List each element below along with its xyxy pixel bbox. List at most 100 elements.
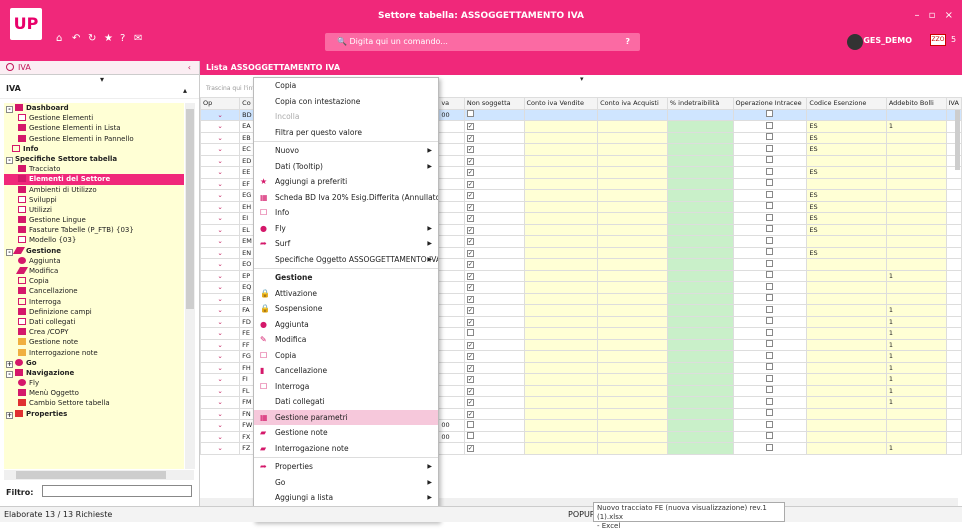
checkbox[interactable]: ✓ [466, 215, 474, 223]
intracee-cell[interactable] [732, 396, 808, 409]
collapse-left-icon[interactable]: ‹ [188, 61, 191, 75]
tree-expand-icon[interactable]: - [6, 156, 13, 164]
home-icon[interactable]: ⌂ [56, 33, 62, 44]
checkbox[interactable] [766, 351, 774, 359]
intracee-cell[interactable] [732, 304, 808, 317]
non-soggetta-cell[interactable]: ✓ [463, 373, 525, 386]
non-soggetta-cell[interactable]: ✓ [463, 212, 525, 225]
tree-expand-icon[interactable]: - [6, 370, 13, 378]
checkbox[interactable]: ✓ [466, 307, 474, 315]
checkbox[interactable] [466, 110, 474, 118]
checkbox[interactable]: ✓ [466, 410, 474, 418]
intracee-cell[interactable] [732, 269, 808, 282]
menu-item[interactable]: ★ Aggiungi a preferiti [254, 174, 438, 190]
tree-node[interactable]: + Properties [4, 409, 184, 419]
column-header[interactable]: va [438, 97, 465, 110]
tree-node[interactable]: Gestione Lingue [4, 215, 184, 225]
checkbox[interactable] [766, 213, 774, 221]
checkbox[interactable] [766, 271, 774, 279]
menu-item[interactable]: ☐ Copia [254, 348, 438, 364]
intracee-cell[interactable] [732, 315, 808, 328]
window-controls[interactable]: – ▫ × [914, 10, 956, 21]
tree-expand-icon[interactable]: + [6, 411, 13, 419]
non-soggetta-cell[interactable]: ✓ [463, 384, 525, 397]
checkbox[interactable]: ✓ [466, 387, 474, 395]
checkbox[interactable]: ✓ [466, 353, 474, 361]
menu-item[interactable]: ▦ Scheda BD Iva 20% Esig.Differita (Annul… [254, 190, 438, 206]
intracee-cell[interactable] [732, 200, 808, 213]
checkbox[interactable] [766, 225, 774, 233]
grid-vertical-scrollbar[interactable] [955, 110, 960, 170]
non-soggetta-cell[interactable]: ✓ [463, 246, 525, 259]
checkbox[interactable]: ✓ [466, 226, 474, 234]
intracee-cell[interactable] [732, 143, 808, 156]
menu-item[interactable]: Nuovo ▶ [254, 143, 438, 159]
tree-node[interactable]: Modifica [4, 266, 184, 276]
tree-node[interactable]: Gestione Elementi in Lista [4, 123, 184, 133]
checkbox[interactable]: ✓ [466, 238, 474, 246]
row-menu-cell[interactable]: ⌄ [199, 246, 241, 259]
row-menu-cell[interactable]: ⌄ [199, 315, 241, 328]
non-soggetta-cell[interactable]: ✓ [463, 281, 525, 294]
menu-item[interactable]: ● Aggiunta [254, 317, 438, 333]
column-header[interactable]: Addebito Bolli [885, 97, 947, 110]
row-menu-cell[interactable]: ⌄ [199, 258, 241, 271]
intracee-cell[interactable] [732, 120, 808, 133]
intracee-cell[interactable] [732, 258, 808, 271]
non-soggetta-cell[interactable]: ✓ [463, 396, 525, 409]
tree-node[interactable]: Interrogazione note [4, 348, 184, 358]
tree-node[interactable]: Cancellazione [4, 286, 184, 296]
tree-node[interactable]: Modello {03} [4, 235, 184, 245]
checkbox[interactable] [766, 110, 774, 118]
checkbox[interactable] [766, 144, 774, 152]
column-header[interactable]: Conto iva Acquisti [597, 97, 668, 110]
intracee-cell[interactable] [732, 338, 808, 351]
row-menu-cell[interactable]: ⌄ [199, 108, 241, 121]
row-menu-cell[interactable]: ⌄ [199, 304, 241, 317]
tree-node[interactable]: Fly [4, 378, 184, 388]
menu-item[interactable]: Dati collegati [254, 394, 438, 410]
menu-item[interactable]: ▮ Cancellazione [254, 363, 438, 379]
tree-node[interactable]: Gestione Elementi [4, 113, 184, 123]
dropdown-arrow-icon[interactable]: ▾ [100, 75, 104, 84]
user-name[interactable]: GES_DEMO [863, 36, 912, 45]
intracee-cell[interactable] [732, 212, 808, 225]
tree-horizontal-scrollbar[interactable] [4, 470, 194, 480]
intracee-cell[interactable] [732, 419, 808, 432]
row-menu-cell[interactable]: ⌄ [199, 292, 241, 305]
checkbox[interactable]: ✓ [466, 272, 474, 280]
checkbox[interactable]: ✓ [466, 180, 474, 188]
checkbox[interactable] [766, 121, 774, 129]
checkbox[interactable] [466, 420, 474, 428]
column-header[interactable]: % indetraibilità [666, 97, 734, 110]
tree-node[interactable]: Elementi del Settore [4, 174, 184, 185]
tree-node[interactable]: Dati collegati [4, 317, 184, 327]
row-menu-cell[interactable]: ⌄ [199, 338, 241, 351]
checkbox[interactable]: ✓ [466, 157, 474, 165]
star-icon[interactable]: ★ [104, 33, 113, 44]
checkbox[interactable] [766, 397, 774, 405]
intracee-cell[interactable] [732, 108, 808, 121]
row-menu-cell[interactable]: ⌄ [199, 327, 241, 340]
tree-node[interactable]: Interroga [4, 297, 184, 307]
row-menu-cell[interactable]: ⌄ [199, 235, 241, 248]
checkbox[interactable] [766, 409, 774, 417]
checkbox[interactable] [766, 259, 774, 267]
tree-node[interactable]: - Gestione [4, 246, 184, 256]
tree-node[interactable]: Menù Oggetto [4, 388, 184, 398]
non-soggetta-cell[interactable] [463, 327, 525, 340]
intracee-cell[interactable] [732, 350, 808, 363]
checkbox[interactable] [766, 340, 774, 348]
row-menu-cell[interactable]: ⌄ [199, 131, 241, 144]
search-help-button[interactable]: ? [625, 33, 630, 51]
menu-item[interactable]: ➦ Surf ▶ [254, 236, 438, 252]
row-menu-cell[interactable]: ⌄ [199, 166, 241, 179]
non-soggetta-cell[interactable]: ✓ [463, 442, 525, 455]
menu-item[interactable]: ▰ Interrogazione note [254, 441, 438, 457]
checkbox[interactable] [766, 282, 774, 290]
menu-item[interactable]: ☐ Interroga [254, 379, 438, 395]
tree-node[interactable]: Info [4, 144, 184, 154]
tree-node[interactable]: Sviluppi [4, 195, 184, 205]
checkbox[interactable] [766, 156, 774, 164]
intracee-cell[interactable] [732, 430, 808, 443]
